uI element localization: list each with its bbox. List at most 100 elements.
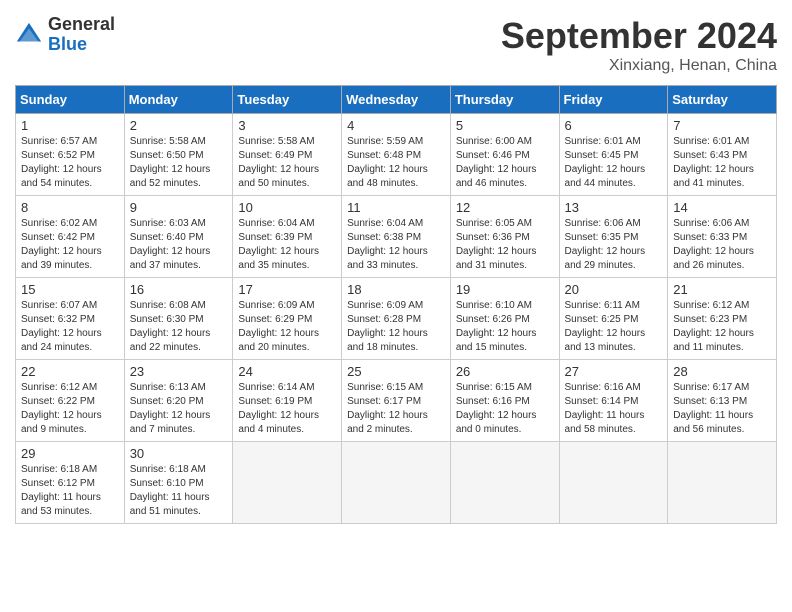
day-detail: Sunrise: 6:13 AMSunset: 6:20 PMDaylight:… xyxy=(130,382,211,435)
calendar-cell: 11Sunrise: 6:04 AMSunset: 6:38 PMDayligh… xyxy=(342,196,451,278)
col-friday: Friday xyxy=(559,86,668,114)
col-saturday: Saturday xyxy=(668,86,777,114)
day-number: 25 xyxy=(347,364,445,379)
col-tuesday: Tuesday xyxy=(233,86,342,114)
day-detail: Sunrise: 6:01 AMSunset: 6:43 PMDaylight:… xyxy=(673,136,754,189)
day-detail: Sunrise: 5:58 AMSunset: 6:49 PMDaylight:… xyxy=(238,136,319,189)
calendar-cell: 12 Sunrise: 6:05 AMSunset: 6:36 PMDayligh… xyxy=(450,196,559,278)
calendar-cell: 23Sunrise: 6:13 AMSunset: 6:20 PMDayligh… xyxy=(124,360,233,442)
calendar-cell: 18 Sunrise: 6:09 AMSunset: 6:28 PMDayligh… xyxy=(342,278,451,360)
day-number: 28 xyxy=(673,364,771,379)
day-number: 16 xyxy=(130,282,228,297)
day-number: 29 xyxy=(21,446,119,461)
calendar-cell: 15 Sunrise: 6:07 AMSunset: 6:32 PMDayligh… xyxy=(16,278,125,360)
calendar-cell: 8Sunrise: 6:02 AMSunset: 6:42 PMDaylight… xyxy=(16,196,125,278)
day-detail: Sunrise: 6:07 AMSunset: 6:32 PMDaylight:… xyxy=(21,300,102,353)
calendar-cell: 21 Sunrise: 6:12 AMSunset: 6:23 PMDayligh… xyxy=(668,278,777,360)
day-detail: Sunrise: 6:15 AMSunset: 6:16 PMDaylight:… xyxy=(456,382,537,435)
day-detail: Sunrise: 6:04 AMSunset: 6:39 PMDaylight:… xyxy=(238,218,319,271)
day-number: 26 xyxy=(456,364,554,379)
calendar-cell: 5Sunrise: 6:00 AMSunset: 6:46 PMDaylight… xyxy=(450,114,559,196)
day-number: 2 xyxy=(130,118,228,133)
calendar-cell: 25 Sunrise: 6:15 AMSunset: 6:17 PMDayligh… xyxy=(342,360,451,442)
location: Xinxiang, Henan, China xyxy=(501,57,777,75)
day-number: 6 xyxy=(565,118,663,133)
calendar-cell: 22 Sunrise: 6:12 AMSunset: 6:22 PMDayligh… xyxy=(16,360,125,442)
calendar-cell xyxy=(559,442,668,524)
calendar-cell: 4Sunrise: 5:59 AMSunset: 6:48 PMDaylight… xyxy=(342,114,451,196)
calendar-cell: 29 Sunrise: 6:18 AMSunset: 6:12 PMDayligh… xyxy=(16,442,125,524)
day-number: 18 xyxy=(347,282,445,297)
col-sunday: Sunday xyxy=(16,86,125,114)
day-number: 14 xyxy=(673,200,771,215)
day-detail: Sunrise: 6:17 AMSunset: 6:13 PMDaylight:… xyxy=(673,382,753,435)
calendar-cell: 16 Sunrise: 6:08 AMSunset: 6:30 PMDayligh… xyxy=(124,278,233,360)
col-thursday: Thursday xyxy=(450,86,559,114)
calendar-cell: 27Sunrise: 6:16 AMSunset: 6:14 PMDayligh… xyxy=(559,360,668,442)
day-detail: Sunrise: 6:09 AMSunset: 6:28 PMDaylight:… xyxy=(347,300,428,353)
calendar-header-row: Sunday Monday Tuesday Wednesday Thursday… xyxy=(16,86,777,114)
week-row-3: 15 Sunrise: 6:07 AMSunset: 6:32 PMDayligh… xyxy=(16,278,777,360)
calendar-cell xyxy=(450,442,559,524)
day-number: 7 xyxy=(673,118,771,133)
day-detail: Sunrise: 6:10 AMSunset: 6:26 PMDaylight:… xyxy=(456,300,537,353)
day-detail: Sunrise: 6:57 AMSunset: 6:52 PMDaylight:… xyxy=(21,136,102,189)
month-title: September 2024 xyxy=(501,15,777,57)
day-detail: Sunrise: 6:18 AMSunset: 6:12 PMDaylight:… xyxy=(21,464,101,517)
page-header: General Blue September 2024 Xinxiang, He… xyxy=(15,15,777,75)
calendar-cell: 6 Sunrise: 6:01 AMSunset: 6:45 PMDaylight… xyxy=(559,114,668,196)
day-detail: Sunrise: 5:58 AMSunset: 6:50 PMDaylight:… xyxy=(130,136,211,189)
week-row-5: 29 Sunrise: 6:18 AMSunset: 6:12 PMDayligh… xyxy=(16,442,777,524)
calendar-table: Sunday Monday Tuesday Wednesday Thursday… xyxy=(15,85,777,524)
day-detail: Sunrise: 6:14 AMSunset: 6:19 PMDaylight:… xyxy=(238,382,319,435)
day-detail: Sunrise: 6:09 AMSunset: 6:29 PMDaylight:… xyxy=(238,300,319,353)
day-number: 15 xyxy=(21,282,119,297)
week-row-4: 22 Sunrise: 6:12 AMSunset: 6:22 PMDayligh… xyxy=(16,360,777,442)
calendar-cell: 13Sunrise: 6:06 AMSunset: 6:35 PMDayligh… xyxy=(559,196,668,278)
day-number: 22 xyxy=(21,364,119,379)
day-number: 11 xyxy=(347,200,445,215)
calendar-cell: 2 Sunrise: 5:58 AMSunset: 6:50 PMDaylight… xyxy=(124,114,233,196)
day-number: 1 xyxy=(21,118,119,133)
calendar-cell xyxy=(668,442,777,524)
day-number: 3 xyxy=(238,118,336,133)
day-number: 8 xyxy=(21,200,119,215)
calendar-cell: 9 Sunrise: 6:03 AMSunset: 6:40 PMDaylight… xyxy=(124,196,233,278)
logo-icon xyxy=(15,21,43,49)
day-number: 12 xyxy=(456,200,554,215)
calendar-cell: 7 Sunrise: 6:01 AMSunset: 6:43 PMDaylight… xyxy=(668,114,777,196)
day-number: 17 xyxy=(238,282,336,297)
calendar-cell: 30Sunrise: 6:18 AMSunset: 6:10 PMDayligh… xyxy=(124,442,233,524)
day-detail: Sunrise: 6:12 AMSunset: 6:22 PMDaylight:… xyxy=(21,382,102,435)
title-area: September 2024 Xinxiang, Henan, China xyxy=(501,15,777,75)
day-number: 24 xyxy=(238,364,336,379)
calendar-cell xyxy=(342,442,451,524)
day-detail: Sunrise: 6:12 AMSunset: 6:23 PMDaylight:… xyxy=(673,300,754,353)
day-number: 5 xyxy=(456,118,554,133)
day-number: 9 xyxy=(130,200,228,215)
day-detail: Sunrise: 6:16 AMSunset: 6:14 PMDaylight:… xyxy=(565,382,645,435)
day-detail: Sunrise: 6:06 AMSunset: 6:35 PMDaylight:… xyxy=(565,218,646,271)
day-number: 20 xyxy=(565,282,663,297)
day-number: 21 xyxy=(673,282,771,297)
calendar-cell: 20 Sunrise: 6:11 AMSunset: 6:25 PMDayligh… xyxy=(559,278,668,360)
calendar-cell: 10Sunrise: 6:04 AMSunset: 6:39 PMDayligh… xyxy=(233,196,342,278)
logo-text: General Blue xyxy=(48,15,115,55)
calendar-cell: 3 Sunrise: 5:58 AMSunset: 6:49 PMDaylight… xyxy=(233,114,342,196)
calendar-cell: 17 Sunrise: 6:09 AMSunset: 6:29 PMDayligh… xyxy=(233,278,342,360)
calendar-body: 1 Sunrise: 6:57 AMSunset: 6:52 PMDaylight… xyxy=(16,114,777,524)
week-row-2: 8Sunrise: 6:02 AMSunset: 6:42 PMDaylight… xyxy=(16,196,777,278)
day-detail: Sunrise: 6:08 AMSunset: 6:30 PMDaylight:… xyxy=(130,300,211,353)
day-detail: Sunrise: 6:01 AMSunset: 6:45 PMDaylight:… xyxy=(565,136,646,189)
day-number: 30 xyxy=(130,446,228,461)
day-detail: Sunrise: 6:03 AMSunset: 6:40 PMDaylight:… xyxy=(130,218,211,271)
day-detail: Sunrise: 6:05 AMSunset: 6:36 PMDaylight:… xyxy=(456,218,537,271)
calendar-cell xyxy=(233,442,342,524)
calendar-cell: 14Sunrise: 6:06 AMSunset: 6:33 PMDayligh… xyxy=(668,196,777,278)
calendar-cell: 1 Sunrise: 6:57 AMSunset: 6:52 PMDaylight… xyxy=(16,114,125,196)
day-number: 4 xyxy=(347,118,445,133)
day-number: 19 xyxy=(456,282,554,297)
day-detail: Sunrise: 6:11 AMSunset: 6:25 PMDaylight:… xyxy=(565,300,646,353)
day-detail: Sunrise: 6:15 AMSunset: 6:17 PMDaylight:… xyxy=(347,382,428,435)
logo-general: General xyxy=(48,15,115,35)
